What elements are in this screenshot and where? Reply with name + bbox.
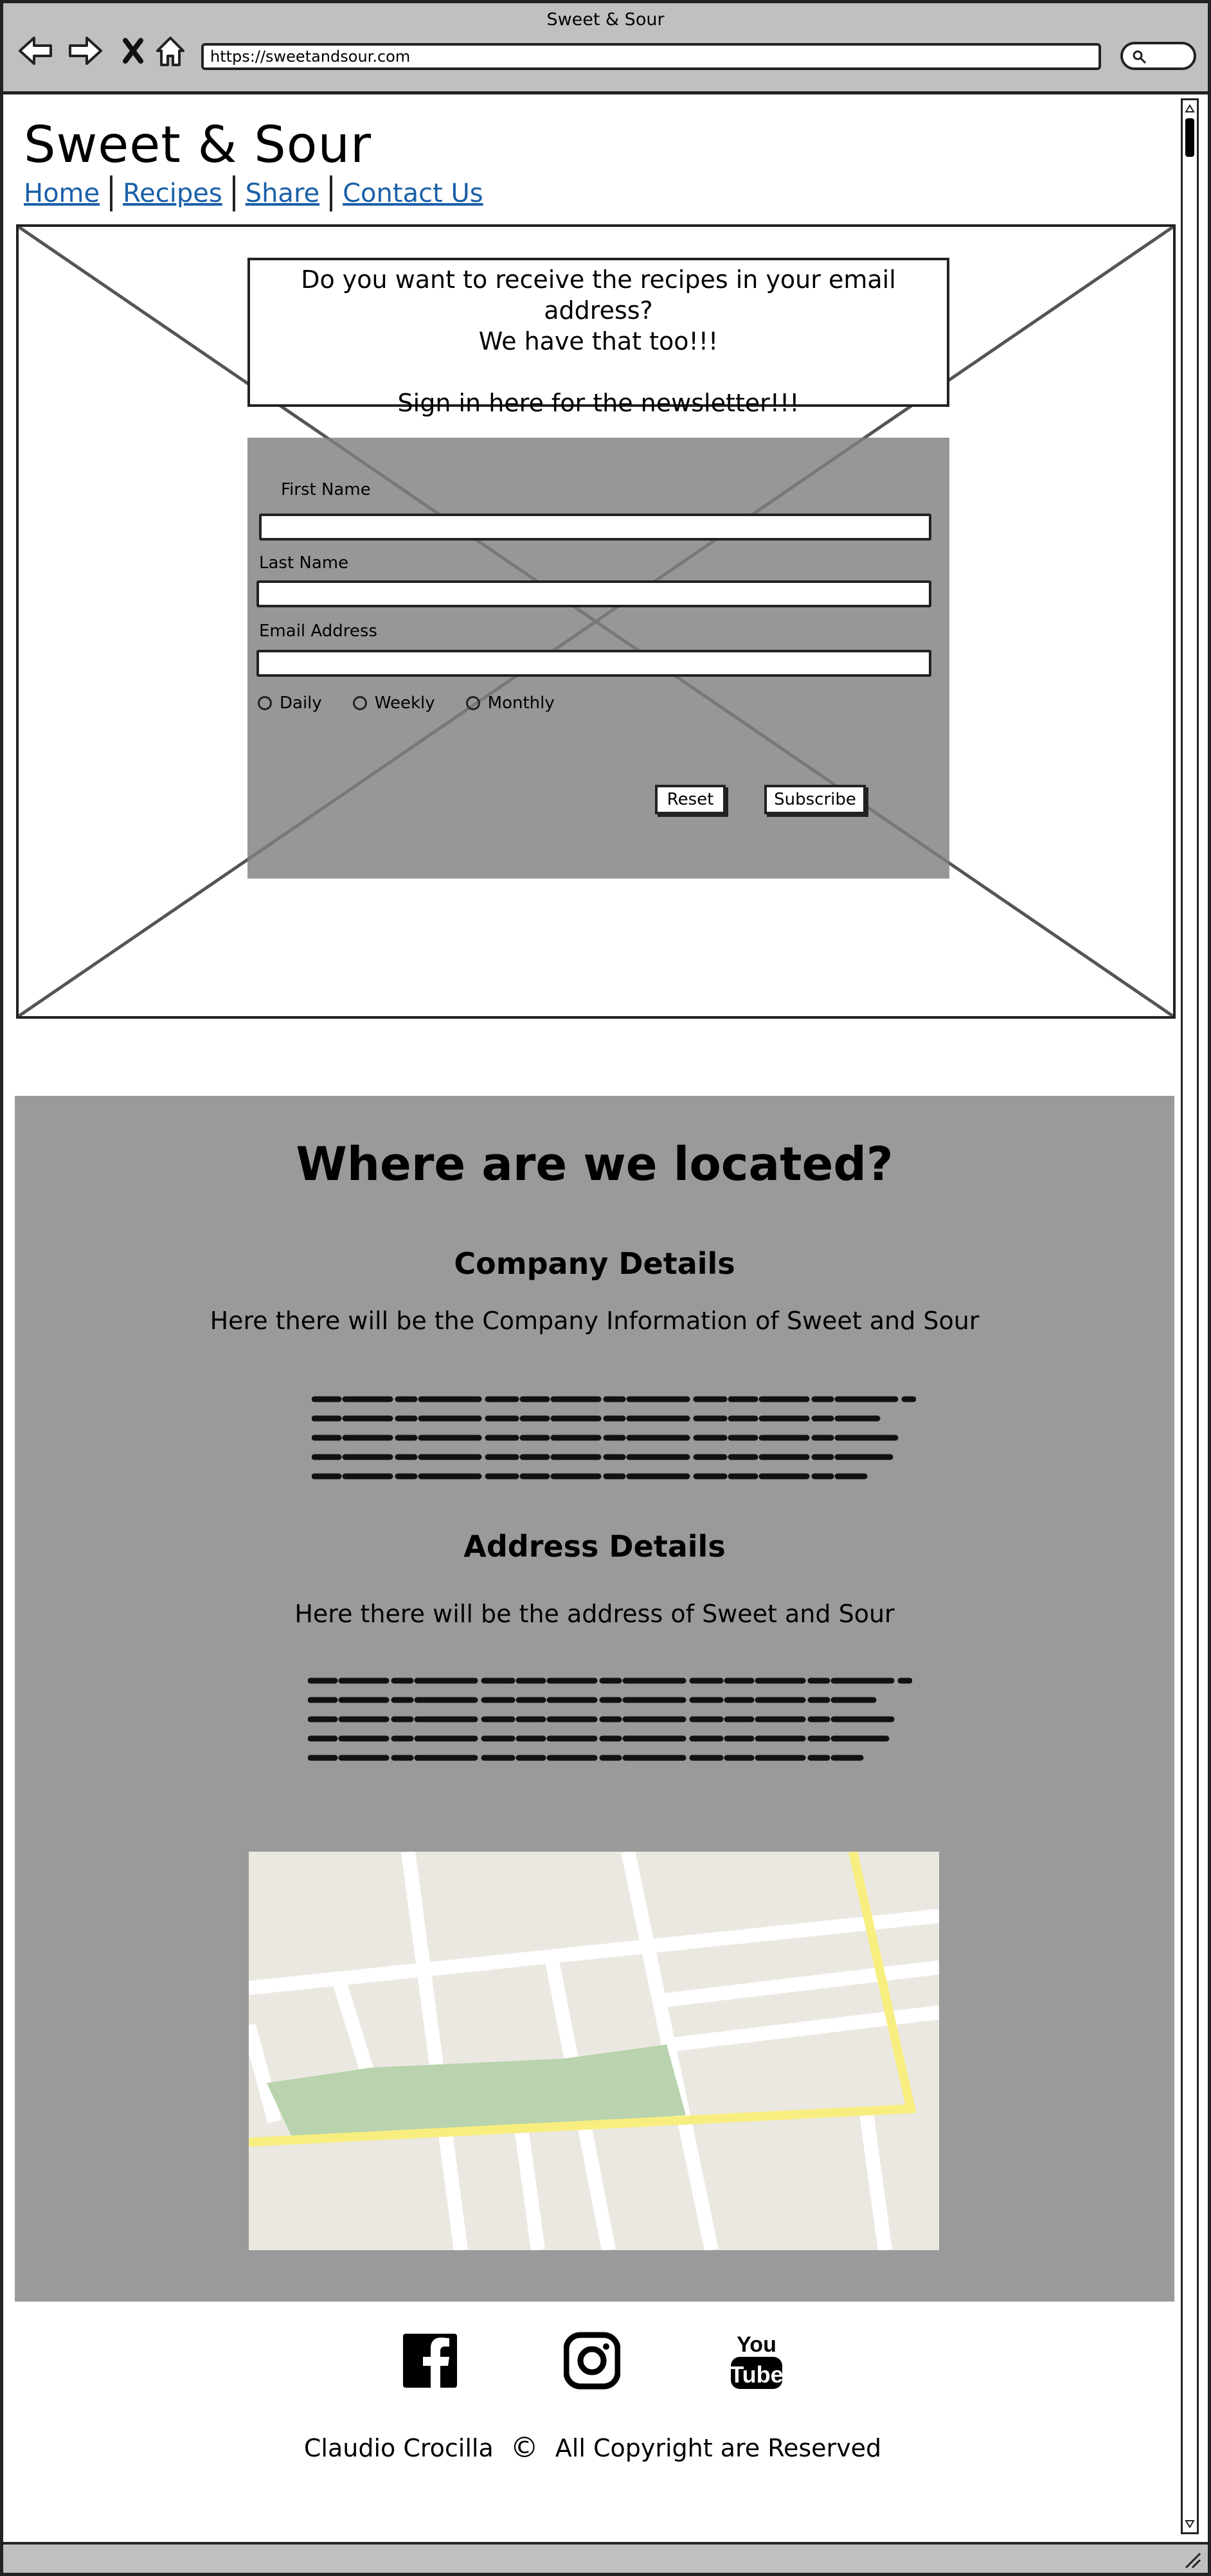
footer-rights: All Copyright are Reserved xyxy=(555,2433,882,2462)
nav-link-contact-us[interactable]: Contact Us xyxy=(343,179,483,208)
subscribe-button[interactable]: Subscribe xyxy=(764,785,866,814)
scroll-down-icon[interactable] xyxy=(1184,2518,1196,2530)
email-input[interactable] xyxy=(256,650,931,677)
location-map[interactable] xyxy=(249,1852,939,2250)
arrow-right-icon xyxy=(69,37,102,65)
main-nav: Home Recipes Share Contact Us xyxy=(24,175,483,211)
nav-separator xyxy=(110,175,113,211)
browser-status-bar xyxy=(3,2542,1208,2573)
company-details-title: Company Details xyxy=(454,1246,735,1281)
footer-copyright: Claudio Crocilla © All Copyright are Res… xyxy=(3,2431,1182,2464)
placeholder-text-block xyxy=(312,1396,916,1480)
newsletter-callout: Do you want to receive the recipes in yo… xyxy=(247,258,949,417)
radio-label: Weekly xyxy=(374,693,435,713)
stop-button[interactable] xyxy=(114,34,152,67)
youtube-icon[interactable]: You Tube xyxy=(728,2330,785,2392)
company-details-text: Here there will be the Company Informati… xyxy=(210,1307,980,1335)
radio-label: Daily xyxy=(280,693,322,713)
site-title: Sweet & Sour xyxy=(24,116,372,174)
home-button[interactable] xyxy=(151,34,190,67)
nav-link-recipes[interactable]: Recipes xyxy=(123,179,222,208)
nav-link-share[interactable]: Share xyxy=(246,179,319,208)
location-section: Where are we located? Company Details He… xyxy=(15,1096,1174,2302)
back-button[interactable] xyxy=(16,34,55,67)
placeholder-text-block xyxy=(308,1677,912,1761)
map-graphic xyxy=(249,1852,939,2250)
radio-monthly[interactable]: Monthly xyxy=(465,693,555,713)
radio-weekly[interactable]: Weekly xyxy=(352,693,435,713)
newsletter-line-2: We have that too!!! xyxy=(478,327,719,355)
address-details-title: Address Details xyxy=(463,1529,726,1564)
browser-window: Sweet & Sour https://sweetandsour.com Sw… xyxy=(0,0,1211,2576)
scroll-up-icon[interactable] xyxy=(1184,103,1196,114)
svg-text:Tube: Tube xyxy=(730,2361,783,2388)
frequency-radio-group: Daily Weekly Monthly xyxy=(258,693,586,713)
resize-grip-icon[interactable] xyxy=(1182,2550,1201,2569)
facebook-icon[interactable] xyxy=(402,2330,458,2392)
newsletter-line-3: Sign in here for the newsletter!!! xyxy=(397,389,800,417)
first-name-label: First Name xyxy=(281,480,371,499)
scroll-thumb[interactable] xyxy=(1185,118,1194,157)
newsletter-form: First Name Last Name Email Address Daily… xyxy=(247,438,949,879)
reset-button[interactable]: Reset xyxy=(655,785,726,814)
svg-text:You: You xyxy=(737,2332,776,2357)
browser-toolbar: Sweet & Sour https://sweetandsour.com xyxy=(3,3,1208,94)
copyright-icon: © xyxy=(510,2431,539,2464)
address-bar[interactable]: https://sweetandsour.com xyxy=(201,43,1101,70)
radio-label: Monthly xyxy=(487,693,555,713)
instagram-icon[interactable] xyxy=(564,2330,620,2392)
arrow-left-icon xyxy=(19,37,52,65)
nav-link-home[interactable]: Home xyxy=(24,179,100,208)
first-name-input[interactable] xyxy=(259,514,931,541)
close-icon xyxy=(123,38,143,64)
home-icon xyxy=(156,37,184,66)
last-name-label: Last Name xyxy=(259,553,349,573)
social-links: You Tube xyxy=(402,2330,800,2394)
address-details-text: Here there will be the address of Sweet … xyxy=(294,1600,895,1628)
browser-search-field[interactable] xyxy=(1120,42,1196,70)
radio-circle[interactable] xyxy=(258,696,272,710)
forward-button[interactable] xyxy=(66,34,105,67)
window-title: Sweet & Sour xyxy=(546,10,665,30)
radio-circle[interactable] xyxy=(465,696,480,710)
newsletter-line-1: Do you want to receive the recipes in yo… xyxy=(301,265,896,325)
footer-author: Claudio Crocilla xyxy=(303,2433,494,2462)
location-title: Where are we located? xyxy=(296,1137,893,1191)
radio-daily[interactable]: Daily xyxy=(258,693,322,713)
nav-separator xyxy=(232,175,235,211)
vertical-scrollbar[interactable] xyxy=(1181,98,1199,2534)
email-label: Email Address xyxy=(259,622,377,641)
last-name-input[interactable] xyxy=(256,580,931,607)
radio-circle[interactable] xyxy=(352,696,367,710)
nav-separator xyxy=(330,175,333,211)
search-icon xyxy=(1133,50,1147,64)
